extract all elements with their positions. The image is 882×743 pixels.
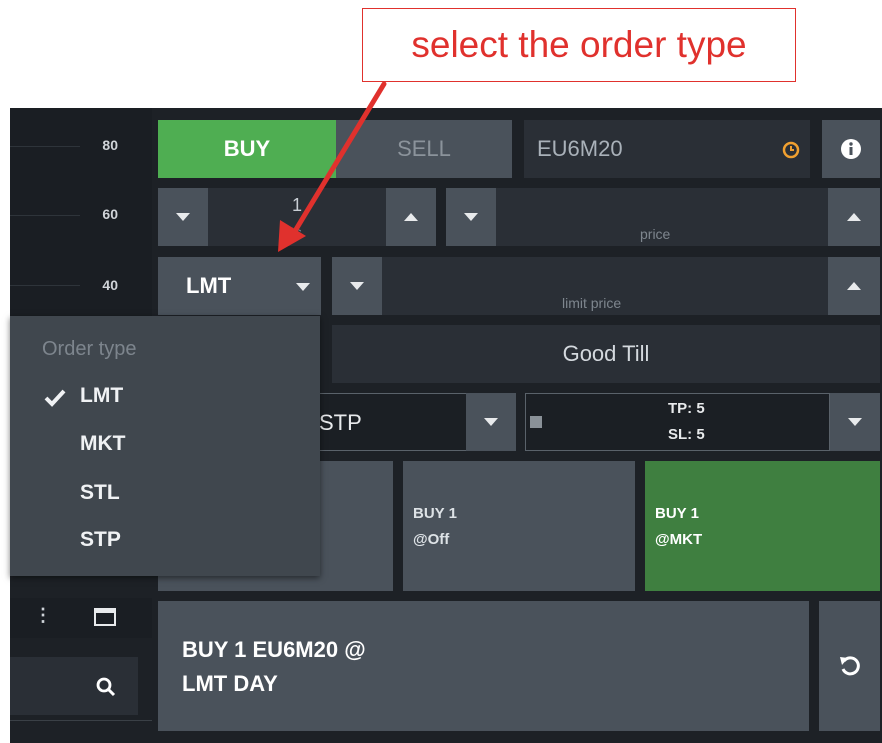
- qty-value: 1: [292, 195, 303, 215]
- order-type-value: LMT: [186, 273, 232, 298]
- order-summary: BUY 1 EU6M20 @ LMT DAY: [158, 601, 809, 731]
- axis-tick-60: 60: [102, 206, 118, 222]
- buy-mkt-line2: @MKT: [655, 531, 703, 548]
- qty-decrease-button[interactable]: [158, 188, 208, 246]
- gridline: [10, 285, 80, 286]
- menu-item-stl[interactable]: STL: [10, 470, 320, 516]
- caret-down-icon: [176, 213, 190, 221]
- search-box[interactable]: [10, 657, 138, 715]
- order-type-dropdown[interactable]: LMT: [158, 257, 321, 315]
- caret-down-icon: [464, 213, 478, 221]
- sell-label: SELL: [397, 136, 451, 161]
- gridline: [10, 146, 80, 147]
- tp-value: TP: 5: [668, 400, 705, 417]
- window-icon[interactable]: [94, 608, 116, 626]
- caret-up-icon: [847, 213, 861, 221]
- axis-tick-80: 80: [102, 137, 118, 153]
- good-till-button[interactable]: Good Till: [332, 325, 880, 383]
- clock-icon[interactable]: [782, 139, 800, 159]
- sl-value: SL: 5: [668, 426, 705, 443]
- buy-off-button[interactable]: BUY 1 @Off: [403, 461, 635, 591]
- checkmark-icon: [44, 389, 66, 407]
- good-till-label: Good Till: [562, 341, 650, 366]
- tp-sl-field[interactable]: TP: 5 SL: 5: [525, 393, 830, 451]
- gridline: [10, 215, 80, 216]
- menu-item-label: LMT: [80, 384, 124, 407]
- menu-item-mkt[interactable]: MKT: [10, 421, 320, 467]
- buy-button[interactable]: BUY: [158, 120, 336, 178]
- buy-mkt-button[interactable]: BUY 1 @MKT: [645, 461, 880, 591]
- info-button[interactable]: [822, 120, 880, 178]
- info-icon: [841, 139, 861, 159]
- bracket-dropdown-toggle[interactable]: [466, 393, 516, 451]
- buy-off-line1: BUY 1: [413, 505, 457, 522]
- menu-item-label: MKT: [80, 432, 126, 455]
- refresh-button[interactable]: [819, 601, 880, 731]
- caret-down-icon: [350, 282, 364, 290]
- search-icon: [96, 677, 116, 697]
- limit-price-decrease-button[interactable]: [332, 257, 382, 315]
- price-input[interactable]: price: [496, 188, 828, 246]
- order-type-menu-header: Order type: [42, 338, 137, 360]
- symbol-field[interactable]: EU6M20: [524, 120, 810, 178]
- caret-up-icon: [404, 213, 418, 221]
- price-increase-button[interactable]: [828, 188, 880, 246]
- side-toolbar: ⋮: [10, 598, 152, 638]
- chevron-down-icon: [848, 418, 862, 426]
- annotation-text: select the order type: [411, 24, 747, 65]
- summary-line2: LMT DAY: [182, 671, 278, 696]
- annotation-callout: select the order type: [362, 8, 796, 82]
- caret-up-icon: [847, 282, 861, 290]
- sell-button[interactable]: SELL: [336, 120, 512, 178]
- refresh-icon: [839, 656, 860, 676]
- menu-item-lmt[interactable]: LMT: [10, 373, 320, 419]
- qty-label: lots: [280, 224, 302, 240]
- chevron-down-icon: [296, 283, 310, 291]
- limit-price-increase-button[interactable]: [828, 257, 880, 315]
- menu-item-label: STP: [80, 528, 121, 551]
- buy-mkt-line1: BUY 1: [655, 505, 699, 522]
- symbol-text: EU6M20: [537, 136, 623, 161]
- summary-line1: BUY 1 EU6M20 @: [182, 637, 366, 662]
- qty-input[interactable]: 1 lots: [208, 188, 386, 246]
- price-decrease-button[interactable]: [446, 188, 496, 246]
- price-label: price: [640, 226, 671, 242]
- qty-increase-button[interactable]: [386, 188, 436, 246]
- menu-item-stp[interactable]: STP: [10, 517, 320, 563]
- more-icon[interactable]: ⋮: [34, 606, 52, 624]
- chevron-down-icon: [484, 418, 498, 426]
- tp-sl-dropdown-toggle[interactable]: [830, 393, 880, 451]
- axis-tick-40: 40: [102, 277, 118, 293]
- menu-item-label: STL: [80, 481, 120, 504]
- limit-price-input[interactable]: limit price: [382, 257, 828, 315]
- list-header-strip: [10, 720, 152, 743]
- buy-off-line2: @Off: [413, 531, 450, 548]
- bracket-value: STP: [319, 410, 362, 435]
- checkbox-icon[interactable]: [530, 416, 542, 428]
- limit-price-label: limit price: [562, 295, 622, 311]
- buy-label: BUY: [223, 136, 271, 161]
